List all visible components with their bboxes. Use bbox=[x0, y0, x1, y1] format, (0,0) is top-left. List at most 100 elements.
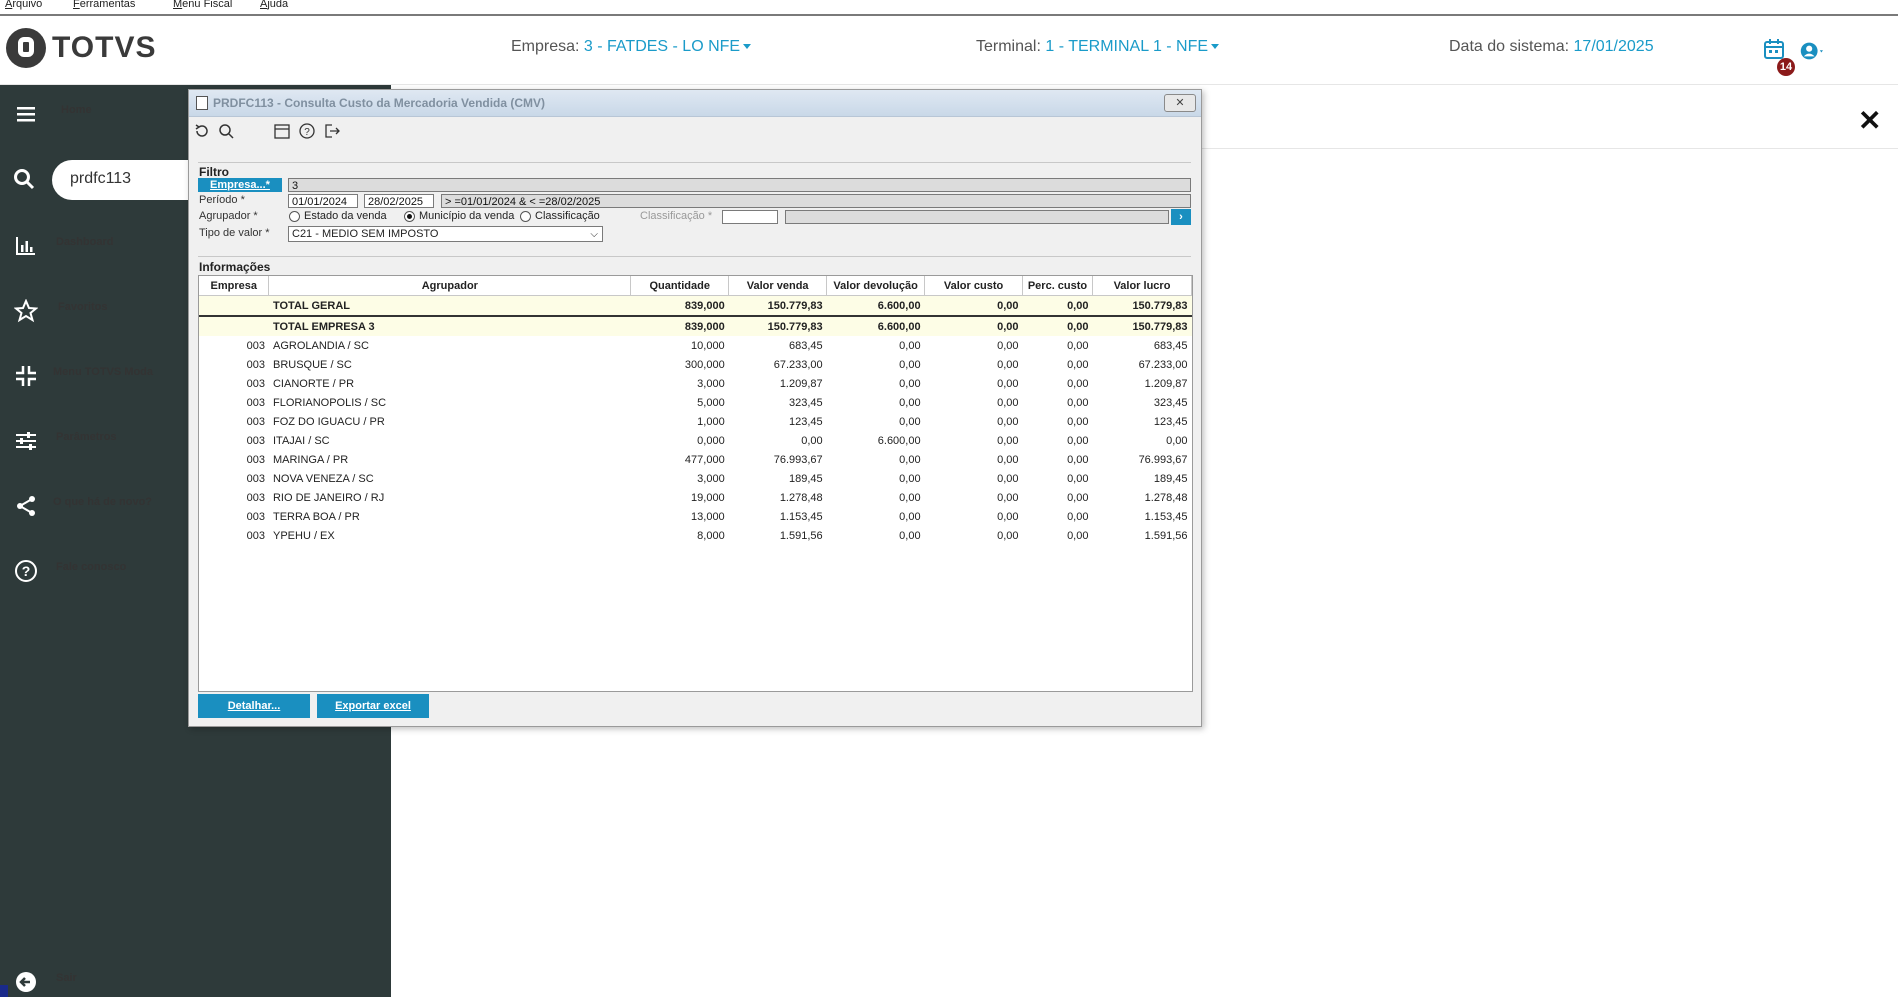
table-row[interactable]: 003 RIO DE JANEIRO / RJ 19,000 1.278,48 0,00… bbox=[199, 488, 1192, 507]
compress-icon bbox=[16, 366, 36, 386]
sidebar-item-label: Favoritos bbox=[58, 301, 108, 313]
cmv-dialog: PRDFC113 - Consulta Custo da Mercadoria … bbox=[188, 89, 1202, 727]
col-perc-custo[interactable]: Perc. custo bbox=[1022, 276, 1093, 296]
col-valor-devolucao[interactable]: Valor devolução bbox=[826, 276, 926, 296]
exportar-excel-button[interactable]: Exportar excel bbox=[317, 694, 429, 718]
dialog-titlebar[interactable]: PRDFC113 - Consulta Custo da Mercadoria … bbox=[189, 90, 1201, 117]
table-cell: 323,45 bbox=[788, 396, 823, 409]
app-header: TOTVS Empresa: 3 - FATDES - LO NFE Termi… bbox=[0, 16, 1898, 85]
table-cell: 003 bbox=[246, 453, 265, 466]
table-cell: 003 bbox=[246, 510, 265, 523]
col-quantidade[interactable]: Quantidade bbox=[630, 276, 730, 296]
menu-icon bbox=[17, 107, 35, 122]
table-header-row: Empresa Agrupador Quantidade Valor venda… bbox=[199, 276, 1192, 296]
caret-down-icon bbox=[743, 44, 752, 50]
system-date: Data do sistema: 17/01/2025 bbox=[1449, 38, 1654, 56]
radio-municipio-venda[interactable]: Município da venda bbox=[404, 210, 514, 222]
terminal-selector[interactable]: Terminal: 1 - TERMINAL 1 - NFE bbox=[976, 38, 1220, 56]
tipo-valor-label: Tipo de valor * bbox=[199, 227, 270, 239]
radio-circle bbox=[520, 210, 531, 222]
empresa-lookup-button[interactable]: Empresa...* bbox=[198, 178, 282, 192]
table-cell: 0,00 bbox=[899, 491, 921, 504]
table-cell: 1,000 bbox=[697, 415, 725, 428]
classificacao-field[interactable] bbox=[722, 210, 778, 224]
user-account-icon[interactable] bbox=[1800, 38, 1826, 64]
table-cell: 1.278,48 bbox=[1144, 491, 1188, 504]
table-total-row[interactable]: TOTAL EMPRESA 3 839,000 150.779,83 6.600,00… bbox=[199, 316, 1192, 336]
table-row[interactable]: 003 NOVA VENEZA / SC 3,000 189,45 0,00 0,00 0,… bbox=[199, 469, 1192, 488]
table-cell: 1.591,56 bbox=[1144, 529, 1188, 542]
empresa-button-label: Empresa...* bbox=[210, 179, 270, 191]
calendar-icon[interactable] bbox=[273, 122, 291, 140]
detalhar-button[interactable]: Detalhar... bbox=[198, 694, 310, 718]
refresh-icon[interactable] bbox=[193, 122, 211, 140]
menu-ferramentas[interactable]: Ferramentas bbox=[73, 0, 135, 10]
sidebar-item-label: Sair bbox=[56, 972, 77, 984]
menu-arquivo[interactable]: Arquivo bbox=[5, 0, 42, 10]
table-row[interactable]: 003 BRUSQUE / SC 300,000 67.233,00 0,00 0,00 0… bbox=[199, 355, 1192, 374]
exit-icon[interactable] bbox=[323, 122, 341, 140]
help-icon[interactable]: ? bbox=[298, 122, 316, 140]
table-cell: 0,00 bbox=[1022, 295, 1093, 317]
sidebar-item-label: Fale conosco bbox=[56, 561, 127, 573]
table-cell: 189,45 bbox=[788, 472, 823, 485]
tipo-valor-value: C21 - MEDIO SEM IMPOSTO bbox=[292, 228, 439, 240]
sidebar-item-sair[interactable]: Sair bbox=[0, 957, 391, 1007]
calendar-icon[interactable] bbox=[1763, 38, 1785, 60]
share-icon bbox=[17, 496, 35, 516]
table-cell: 0,00 bbox=[899, 377, 921, 390]
results-grid[interactable]: Empresa Agrupador Quantidade Valor venda… bbox=[198, 275, 1193, 692]
search-icon[interactable] bbox=[217, 122, 235, 140]
close-page-icon[interactable]: ✕ bbox=[1858, 104, 1881, 137]
empresa-field[interactable]: 3 bbox=[288, 178, 1191, 192]
table-cell: ITAJAI / SC bbox=[272, 434, 330, 447]
menu-ajuda[interactable]: Ajuda bbox=[260, 0, 288, 10]
col-empresa[interactable]: Empresa bbox=[199, 276, 270, 296]
table-row[interactable]: 003 FLORIANOPOLIS / SC 5,000 323,45 0,00 0,00… bbox=[199, 393, 1192, 412]
table-cell: 0,00 bbox=[997, 415, 1019, 428]
table-row[interactable]: 003 ITAJAI / SC 0,000 0,00 6.600,00 0,00 0,00 0… bbox=[199, 431, 1192, 450]
table-cell: 003 bbox=[246, 491, 265, 504]
table-total-row[interactable]: TOTAL GERAL 839,000 150.779,83 6.600,00 0,00… bbox=[199, 295, 1192, 317]
table-cell: 0,00 bbox=[899, 396, 921, 409]
totvs-logo[interactable]: TOTVS bbox=[6, 28, 156, 68]
tipo-valor-select[interactable]: C21 - MEDIO SEM IMPOSTO ⌵ bbox=[288, 226, 603, 242]
periodo-inicio-field[interactable]: 01/01/2024 bbox=[288, 194, 358, 208]
svg-text:?: ? bbox=[22, 563, 31, 579]
menu-fiscal[interactable]: Menu Fiscal bbox=[173, 0, 232, 10]
filtro-section-label: Filtro bbox=[199, 165, 229, 179]
table-cell: YPEHU / EX bbox=[272, 529, 335, 542]
table-row[interactable]: 003 TERRA BOA / PR 13,000 1.153,45 0,00 0,00 0… bbox=[199, 507, 1192, 526]
col-agrupador[interactable]: Agrupador bbox=[268, 276, 632, 296]
table-cell: 683,45 bbox=[1153, 339, 1188, 352]
table-cell: AGROLANDIA / SC bbox=[272, 339, 369, 352]
table-cell: 1.209,87 bbox=[1144, 377, 1188, 390]
table-row[interactable]: 003 MARINGA / PR 477,000 76.993,67 0,00 0,00 0… bbox=[199, 450, 1192, 469]
classificacao-desc-field bbox=[785, 210, 1169, 224]
table-row[interactable]: 003 AGROLANDIA / SC 10,000 683,45 0,00 0,00 0,… bbox=[199, 336, 1192, 355]
dialog-close-button[interactable]: ✕ bbox=[1164, 94, 1196, 112]
table-cell: 67.233,00 bbox=[1138, 358, 1188, 371]
next-arrow-button[interactable]: › bbox=[1171, 209, 1191, 225]
empresa-selector[interactable]: Empresa: 3 - FATDES - LO NFE bbox=[511, 38, 752, 56]
logo-mark-icon bbox=[6, 28, 46, 68]
table-row[interactable]: 003 FOZ DO IGUACU / PR 1,000 123,45 0,00 0,00… bbox=[199, 412, 1192, 431]
table-cell: 0,00 bbox=[1067, 472, 1089, 485]
periodo-fim-field[interactable]: 28/02/2025 bbox=[364, 194, 434, 208]
table-row[interactable]: 003 YPEHU / EX 8,000 1.591,56 0,00 0,00 0,00 1.… bbox=[199, 526, 1192, 545]
table-cell: 0,00 bbox=[924, 316, 1023, 336]
col-valor-lucro[interactable]: Valor lucro bbox=[1092, 276, 1192, 296]
table-cell: 1.153,45 bbox=[779, 510, 823, 523]
table-cell: 0,00 bbox=[899, 339, 921, 352]
table-cell: 839,000 bbox=[630, 316, 729, 336]
table-row[interactable]: 003 CIANORTE / PR 3,000 1.209,87 0,00 0,00 0,0… bbox=[199, 374, 1192, 393]
search-icon[interactable] bbox=[12, 167, 36, 191]
terminal-value: 1 - TERMINAL 1 - NFE bbox=[1045, 38, 1209, 55]
col-valor-custo[interactable]: Valor custo bbox=[924, 276, 1024, 296]
radio-classificacao[interactable]: Classificação bbox=[520, 210, 600, 222]
table-cell: 003 bbox=[246, 415, 265, 428]
col-valor-venda[interactable]: Valor venda bbox=[728, 276, 828, 296]
table-cell: 67.233,00 bbox=[773, 358, 823, 371]
radio-estado-venda[interactable]: Estado da venda bbox=[289, 210, 387, 222]
table-cell bbox=[199, 295, 269, 317]
